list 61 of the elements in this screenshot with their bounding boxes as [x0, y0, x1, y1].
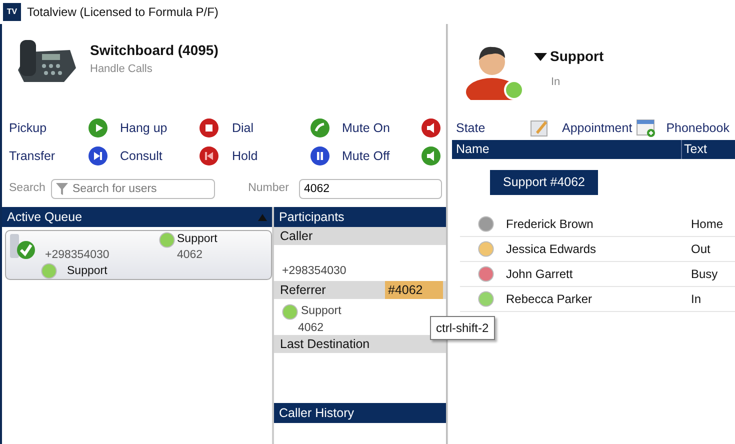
toolbar-label[interactable]: State — [456, 118, 526, 138]
referrer-tag: #4062 — [385, 281, 443, 299]
filter-icon — [56, 182, 68, 196]
section-header: Referrer — [280, 282, 326, 299]
section-header: Last Destination — [280, 336, 370, 353]
number-field[interactable]: 4062 — [299, 178, 442, 198]
contact-name[interactable]: Jessica Edwards — [506, 240, 691, 258]
mobile-check-icon — [8, 233, 36, 261]
contact-name[interactable]: John Garrett — [506, 264, 691, 283]
toolbar-label[interactable]: Appointment — [562, 118, 632, 138]
status-dot-icon — [159, 232, 175, 248]
action-label: Hang up — [120, 120, 168, 137]
destination-number: 4062 — [177, 248, 204, 263]
switchboard-subtitle: Handle Calls — [90, 62, 154, 77]
status-dot-icon — [282, 304, 298, 320]
action-label: Mute On — [342, 120, 391, 137]
dropdown-caret-icon[interactable] — [534, 52, 547, 60]
column-header[interactable]: Text — [682, 140, 735, 159]
status-text: In — [691, 290, 702, 308]
contact-name[interactable]: Rebecca Parker — [506, 290, 691, 308]
rewind-icon[interactable] — [199, 146, 219, 166]
group-label: Support #4062 — [490, 170, 598, 195]
speaker-icon[interactable] — [421, 118, 441, 138]
toolbar-label[interactable]: Phonebook — [666, 118, 730, 138]
window-title: Totalview (Licensed to Formula P/F) — [27, 4, 218, 21]
destination-name: Support — [177, 232, 218, 247]
profile-name[interactable]: Support — [550, 46, 604, 67]
skip-icon[interactable] — [88, 146, 108, 166]
profile-status: In — [551, 75, 562, 90]
section-header: Caller — [280, 228, 313, 245]
calendar-add-icon[interactable] — [636, 118, 656, 138]
participants-header: Participants — [279, 208, 344, 226]
column-header[interactable]: Name — [452, 140, 682, 159]
queue-item-card[interactable]: Support +298354030 4062 Support — [5, 230, 272, 280]
action-label: Mute Off — [342, 148, 391, 165]
action-label: Hold — [232, 148, 259, 165]
handset-icon[interactable] — [310, 118, 330, 138]
caller-number: +298354030 — [45, 248, 110, 263]
status-text: Out — [691, 240, 710, 258]
status-dot-icon — [41, 263, 57, 279]
agent-name: Support — [67, 264, 108, 279]
speaker-icon[interactable] — [421, 146, 441, 166]
stop-icon[interactable] — [199, 118, 219, 138]
contact-name[interactable]: Frederick Brown — [506, 214, 691, 233]
search-label: Search — [9, 180, 46, 196]
tooltip: ctrl-shift-2 — [430, 316, 495, 340]
number-label: Number — [248, 180, 289, 196]
app-logo: TV — [3, 3, 21, 21]
action-label: Consult — [120, 148, 164, 165]
pause-icon[interactable] — [310, 146, 330, 166]
caller-history-header: Caller History — [279, 404, 354, 422]
status-text: Busy — [691, 266, 718, 283]
switchboard-title: Switchboard (4095) — [90, 41, 218, 60]
play-icon[interactable] — [88, 118, 108, 138]
action-label: Pickup — [9, 120, 48, 137]
action-label: Dial — [232, 120, 255, 137]
caller-number: +298354030 — [282, 264, 346, 279]
status-text: Home — [691, 216, 724, 233]
action-label: Transfer — [9, 148, 56, 165]
search-field[interactable]: Search for users — [51, 178, 216, 198]
contact-name: Support — [301, 304, 342, 319]
